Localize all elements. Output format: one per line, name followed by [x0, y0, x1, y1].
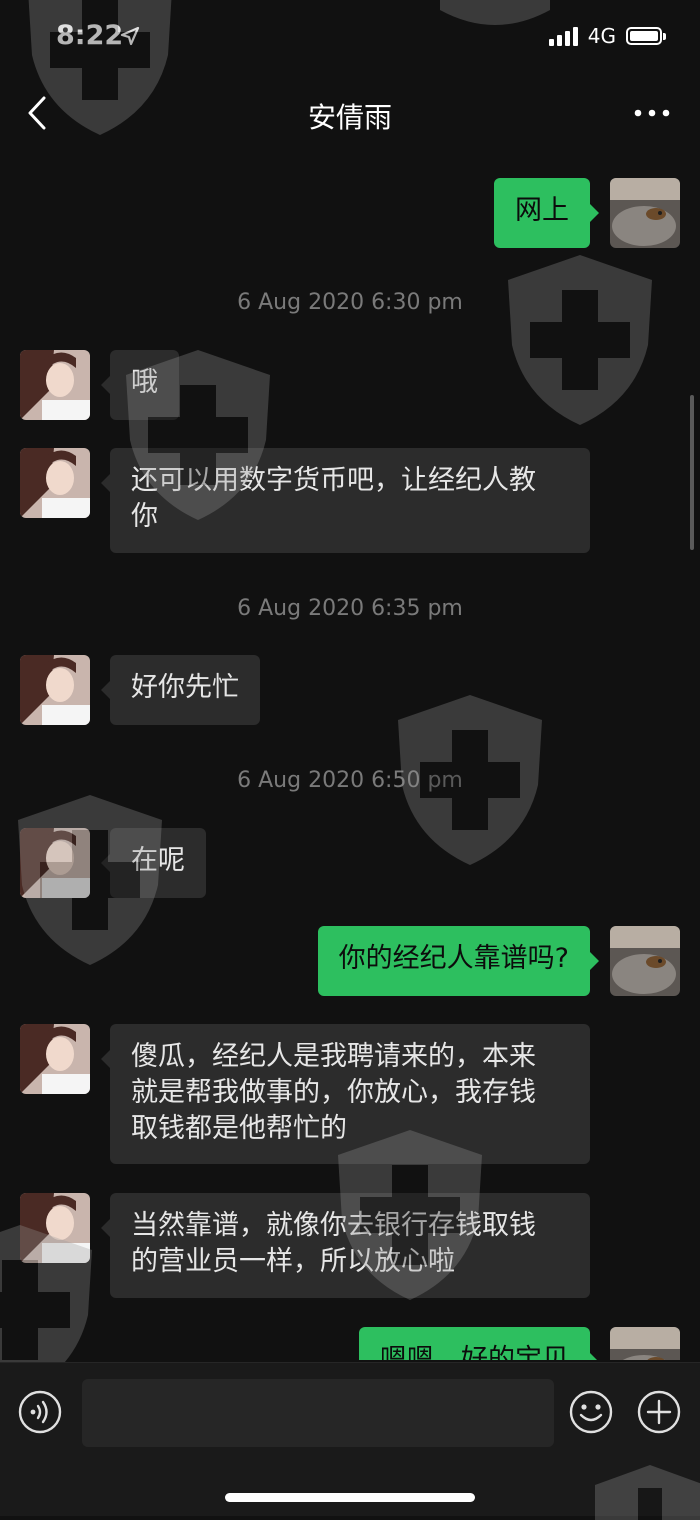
my-avatar[interactable] [610, 926, 680, 996]
message-input[interactable] [82, 1379, 554, 1447]
message-bubble-incoming[interactable]: 在呢 [101, 828, 206, 898]
timestamp: 6 Aug 2020 6:35 pm [237, 596, 463, 621]
message-row: 当然靠谱，就像你去银行存钱取钱 的营业员一样，所以放心啦 [0, 1193, 700, 1298]
location-arrow-icon [120, 26, 140, 46]
message-line: 取钱都是他帮忙的 [131, 1113, 347, 1144]
contact-avatar[interactable] [20, 350, 90, 420]
voice-icon[interactable] [17, 1389, 63, 1435]
message-bubble-incoming[interactable]: 好你先忙 [101, 655, 260, 725]
network-type: 4G [587, 24, 616, 48]
message-line: 傻瓜，经纪人是我聘请来的，本来 [131, 1041, 536, 1072]
nav-bar: 安倩雨 [0, 80, 700, 150]
message-bubble-outgoing[interactable]: 网上 [494, 178, 599, 248]
plus-icon[interactable] [636, 1389, 682, 1435]
my-avatar[interactable] [610, 178, 680, 248]
contact-avatar[interactable] [20, 1024, 90, 1094]
message-row: 哦 [0, 350, 700, 420]
message-bubble-incoming[interactable]: 傻瓜，经纪人是我聘请来的，本来 就是帮我做事的，你放心，我存钱 取钱都是他帮忙的 [101, 1024, 590, 1164]
battery-icon [626, 27, 666, 45]
message-bubble-incoming[interactable]: 还可以用数字货币吧，让经纪人教 你 [101, 448, 590, 553]
message-line: 还可以用数字货币吧，让经纪人教 [131, 465, 536, 496]
message-row: 傻瓜，经纪人是我聘请来的，本来 就是帮我做事的，你放心，我存钱 取钱都是他帮忙的 [0, 1024, 700, 1164]
contact-avatar[interactable] [20, 1193, 90, 1263]
message-row: 嗯嗯，好的宝贝 [0, 1327, 700, 1360]
contact-name: 安倩雨 [307, 101, 392, 134]
status-indicators: 4G [548, 24, 666, 48]
contact-avatar[interactable] [20, 828, 90, 898]
message-bubble-incoming[interactable]: 哦 [101, 350, 179, 420]
message-line: 你 [131, 501, 158, 532]
message-bubble-outgoing[interactable]: 嗯嗯，好的宝贝 [359, 1327, 599, 1360]
my-avatar[interactable] [610, 1327, 680, 1360]
chat-messages[interactable]: 网上 6 Aug 2020 6:30 pm 哦 还可以用数字货币吧，让经纪人教 … [0, 150, 700, 1360]
message-bubble-incoming[interactable]: 当然靠谱，就像你去银行存钱取钱 的营业员一样，所以放心啦 [101, 1193, 590, 1298]
message-row: 网上 [0, 178, 700, 248]
emoji-icon[interactable] [568, 1389, 614, 1435]
timestamp: 6 Aug 2020 6:50 pm [237, 768, 463, 793]
message-line: 就是帮我做事的，你放心，我存钱 [131, 1077, 536, 1108]
status-time: 8:22 [56, 20, 124, 51]
timestamp: 6 Aug 2020 6:30 pm [237, 290, 463, 315]
message-line: 当然靠谱，就像你去银行存钱取钱 [131, 1210, 536, 1241]
message-row: 在呢 [0, 828, 700, 898]
signal-icon [548, 26, 578, 46]
status-bar: 8:22 4G [0, 0, 700, 80]
more-dots-icon[interactable] [632, 98, 672, 128]
message-bubble-outgoing[interactable]: 你的经纪人靠谱吗? [317, 926, 600, 996]
message-row: 你的经纪人靠谱吗? [0, 926, 700, 996]
message-row: 还可以用数字货币吧，让经纪人教 你 [0, 448, 700, 553]
message-line: 的营业员一样，所以放心啦 [131, 1246, 455, 1277]
contact-avatar[interactable] [20, 448, 90, 518]
message-row: 好你先忙 [0, 655, 700, 725]
contact-avatar[interactable] [20, 655, 90, 725]
home-indicator [225, 1493, 475, 1502]
scrollbar[interactable] [690, 395, 694, 550]
